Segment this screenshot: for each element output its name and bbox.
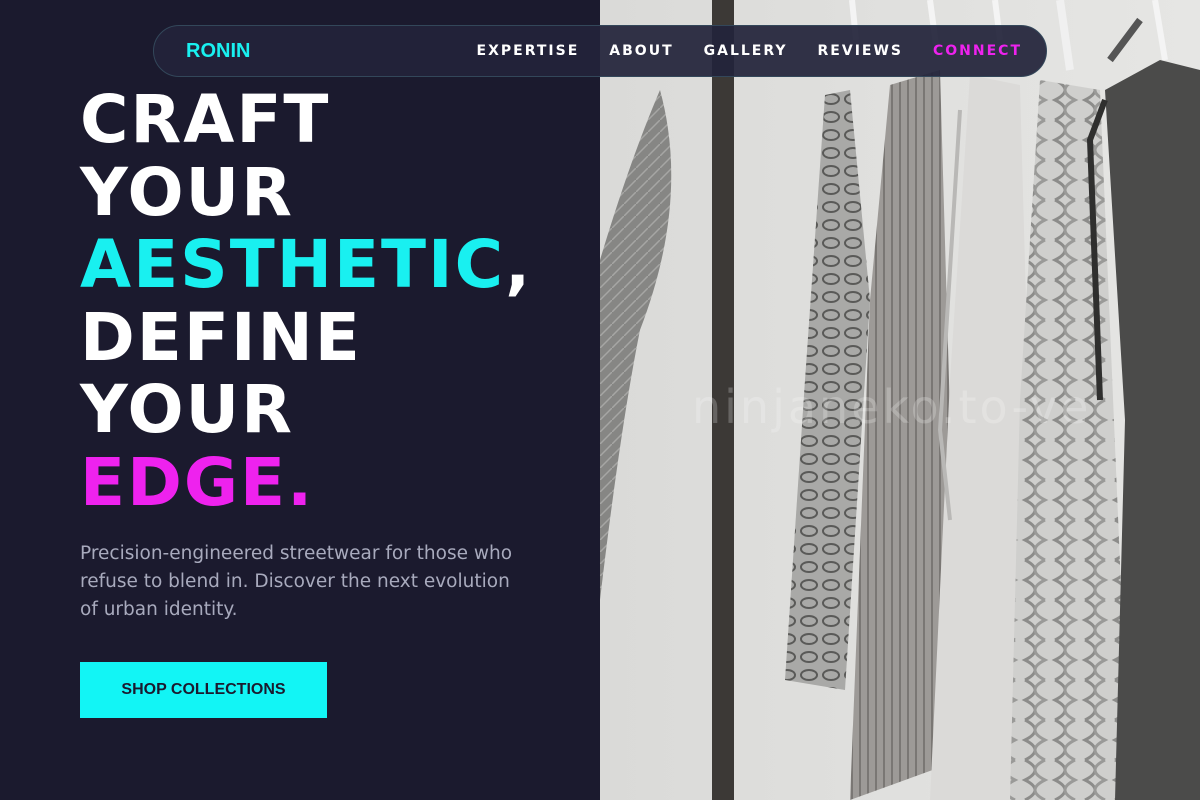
headline-line-1: CRAFT — [80, 81, 331, 158]
headline-line-3: AESTHETIC, — [80, 226, 533, 303]
headline-line-5: YOUR — [80, 371, 294, 448]
headline-accent-aesthetic: AESTHETIC — [80, 226, 506, 303]
headline-line-2: YOUR — [80, 153, 294, 231]
watermark-text: ninjaneko.to-ve — [692, 380, 1092, 434]
brand-logo[interactable]: RONIN — [186, 40, 250, 63]
nav-link-expertise[interactable]: EXPERTISE — [477, 43, 580, 59]
nav-link-reviews[interactable]: REVIEWS — [818, 43, 903, 59]
headline-accent-edge: EDGE. — [80, 443, 315, 521]
shop-collections-button[interactable]: SHOP COLLECTIONS — [80, 662, 327, 718]
headline-comma: , — [505, 226, 533, 303]
hero-headline: CRAFT YOUR AESTHETIC, DEFINE YOUR EDGE. — [80, 81, 533, 521]
headline-line-4: DEFINE — [80, 298, 362, 376]
nav-links: EXPERTISE ABOUT GALLERY REVIEWS CONNECT — [447, 43, 1022, 59]
nav-link-connect[interactable]: CONNECT — [933, 43, 1022, 59]
top-navbar: RONIN EXPERTISE ABOUT GALLERY REVIEWS CO… — [153, 25, 1047, 77]
nav-link-about[interactable]: ABOUT — [609, 43, 673, 59]
nav-link-gallery[interactable]: GALLERY — [704, 43, 788, 59]
hero-description: Precision-engineered streetwear for thos… — [80, 543, 513, 620]
